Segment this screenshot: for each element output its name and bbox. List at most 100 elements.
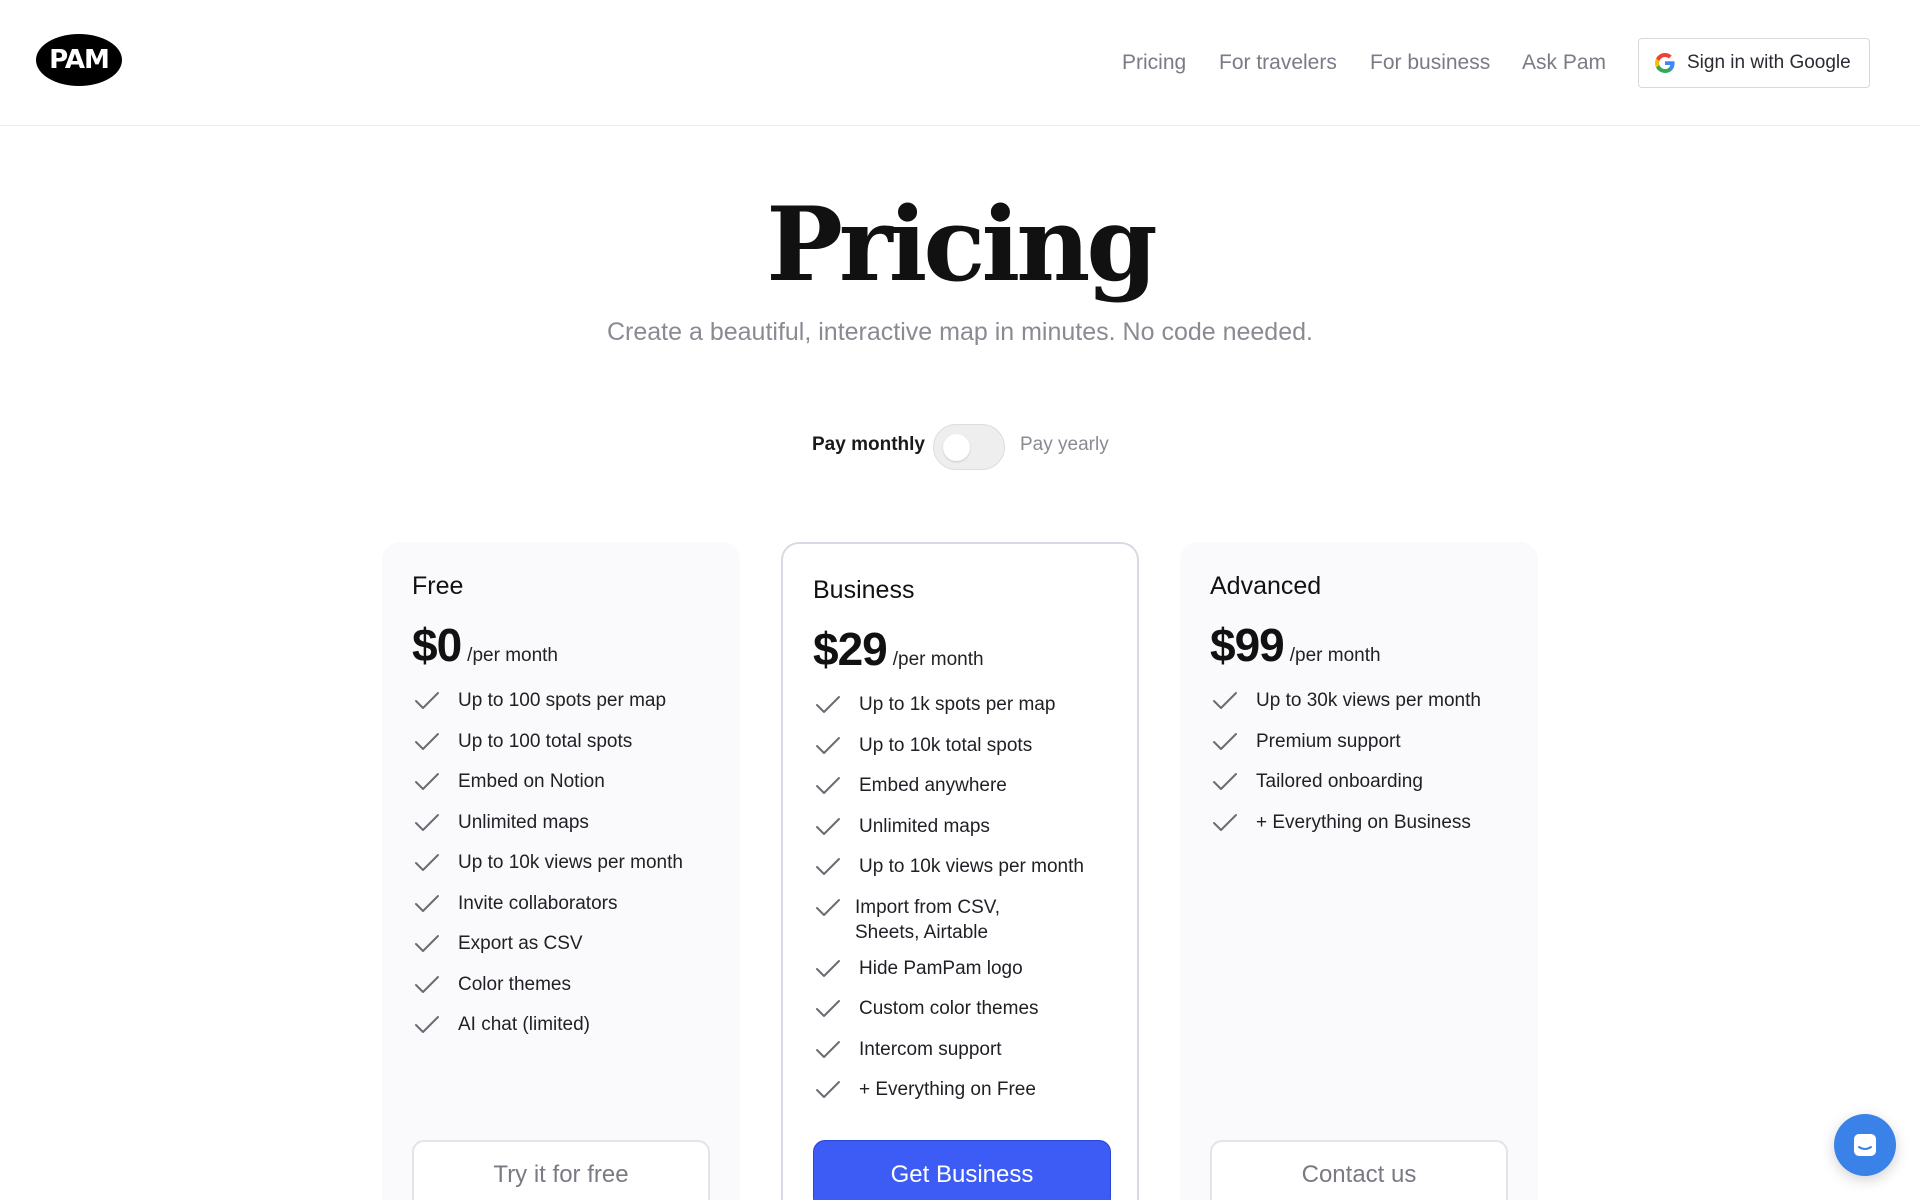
feature-text: Tailored onboarding (1256, 771, 1423, 792)
feature-text: Export as CSV (458, 933, 583, 954)
check-icon (816, 1081, 840, 1098)
plan-name: Advanced (1210, 572, 1322, 600)
check-icon (816, 1040, 840, 1058)
pay-monthly-label[interactable]: Pay monthly (812, 434, 925, 456)
feature-item: Up to 100 total spots (412, 729, 722, 754)
feature-text: Embed on Notion (458, 771, 605, 792)
feature-list: Up to 30k views per month Premium support… (1210, 688, 1520, 850)
feature-text: Hide PamPam logo (859, 957, 1023, 979)
feature-item: + Everything on Free (813, 1077, 1123, 1102)
check-icon (816, 736, 840, 754)
feature-item: Color themes (412, 972, 722, 997)
price-row: $99/per month (1210, 618, 1381, 672)
check-icon (1213, 813, 1237, 831)
check-icon (816, 777, 840, 794)
check-icon (415, 854, 439, 871)
plan-name: Free (412, 572, 464, 600)
feature-list: Up to 100 spots per map Up to 100 total s… (412, 688, 722, 1053)
feature-text: Embed anywhere (859, 775, 1007, 796)
check-icon (816, 898, 840, 916)
pam-logo[interactable]: PAM (36, 34, 122, 86)
check-icon (415, 773, 439, 790)
feature-text: Unlimited maps (458, 811, 589, 833)
sign-in-with-google-button[interactable]: Sign in with Google (1638, 38, 1870, 88)
feature-list: Up to 1k spots per map Up to 10k total sp… (813, 692, 1123, 1118)
price-row: $0/per month (412, 618, 558, 672)
toggle-knob (943, 434, 970, 461)
check-icon (1213, 773, 1237, 790)
feature-text: Invite collaborators (458, 892, 618, 914)
pay-yearly-label[interactable]: Pay yearly (1020, 434, 1109, 456)
feature-item: + Everything on Business (1210, 810, 1520, 835)
contact-us-button[interactable]: Contact us (1210, 1140, 1508, 1200)
check-icon (415, 935, 439, 952)
top-header: PAM Pricing For travelers For business A… (0, 0, 1920, 126)
plan-price: $0 (412, 619, 462, 671)
feature-text: Intercom support (859, 1038, 1002, 1060)
feature-text: Up to 1k spots per map (859, 694, 1056, 715)
billing-toggle-row: Pay monthly Pay yearly (0, 424, 1920, 470)
feature-text: Custom color themes (859, 998, 1039, 1019)
feature-text: Up to 100 spots per map (458, 690, 667, 711)
google-g-icon (1654, 53, 1675, 74)
billing-period-toggle[interactable] (933, 424, 1005, 470)
feature-text: + Everything on Business (1256, 811, 1471, 833)
feature-item: Up to 1k spots per map (813, 692, 1123, 717)
check-icon (816, 858, 840, 875)
price-period: /per month (1289, 645, 1381, 666)
feature-item: Up to 100 spots per map (412, 688, 722, 713)
feature-item: Unlimited maps (412, 810, 722, 835)
sign-in-label: Sign in with Google (1687, 52, 1851, 73)
price-period: /per month (467, 645, 558, 666)
feature-item: Custom color themes (813, 996, 1123, 1021)
feature-item: Embed anywhere (813, 773, 1123, 798)
feature-item: Up to 30k views per month (1210, 688, 1520, 713)
feature-item: Intercom support (813, 1037, 1123, 1062)
feature-text: Color themes (458, 973, 571, 995)
check-icon (415, 894, 439, 912)
check-icon (415, 732, 439, 750)
feature-item: Up to 10k views per month (412, 850, 722, 875)
plan-price: $99 (1210, 619, 1285, 671)
feature-item: Hide PamPam logo (813, 956, 1123, 981)
feature-item: Embed on Notion (412, 769, 722, 794)
check-icon (816, 696, 840, 713)
plan-card-advanced: Advanced $99/per month Up to 30k views p… (1180, 542, 1538, 1200)
check-icon (1213, 732, 1237, 750)
plan-card-business: Business $29/per month Up to 1k spots pe… (781, 542, 1139, 1200)
feature-item: Unlimited maps (813, 814, 1123, 839)
feature-text: Up to 30k views per month (1256, 690, 1481, 711)
check-icon (1213, 692, 1237, 709)
page-subtitle: Create a beautiful, interactive map in m… (607, 318, 1313, 346)
check-icon (816, 817, 840, 835)
check-icon (415, 692, 439, 709)
check-icon (816, 959, 840, 977)
feature-item: Import from CSV, Sheets, Airtable (813, 895, 1123, 945)
feature-text: Up to 100 total spots (458, 730, 633, 752)
plan-price: $29 (813, 623, 888, 675)
price-row: $29/per month (813, 622, 984, 676)
nav-for-business[interactable]: For business (1370, 38, 1490, 88)
feature-text: Import from CSV, Sheets, Airtable (855, 896, 1001, 943)
plan-name: Business (813, 576, 915, 604)
feature-text: Unlimited maps (859, 815, 990, 837)
price-period: /per month (892, 649, 984, 670)
feature-text: + Everything on Free (859, 1079, 1036, 1100)
feature-item: Premium support (1210, 729, 1520, 754)
check-icon (816, 1000, 840, 1017)
try-it-for-free-button[interactable]: Try it for free (412, 1140, 710, 1200)
feature-item: Tailored onboarding (1210, 769, 1520, 794)
feature-text: Premium support (1256, 730, 1401, 752)
feature-item: Invite collaborators (412, 891, 722, 916)
check-icon (415, 813, 439, 831)
nav-ask-pam[interactable]: Ask Pam (1522, 38, 1606, 88)
nav-for-travelers[interactable]: For travelers (1219, 38, 1337, 88)
feature-item: Up to 10k views per month (813, 854, 1123, 879)
nav-pricing[interactable]: Pricing (1122, 38, 1186, 88)
logo-text: PAM (49, 45, 110, 75)
get-business-button[interactable]: Get Business (813, 1140, 1111, 1200)
feature-text: Up to 10k views per month (458, 852, 683, 873)
intercom-chat-button[interactable] (1834, 1114, 1896, 1176)
check-icon (415, 975, 439, 993)
page-title: Pricing (766, 185, 1158, 305)
